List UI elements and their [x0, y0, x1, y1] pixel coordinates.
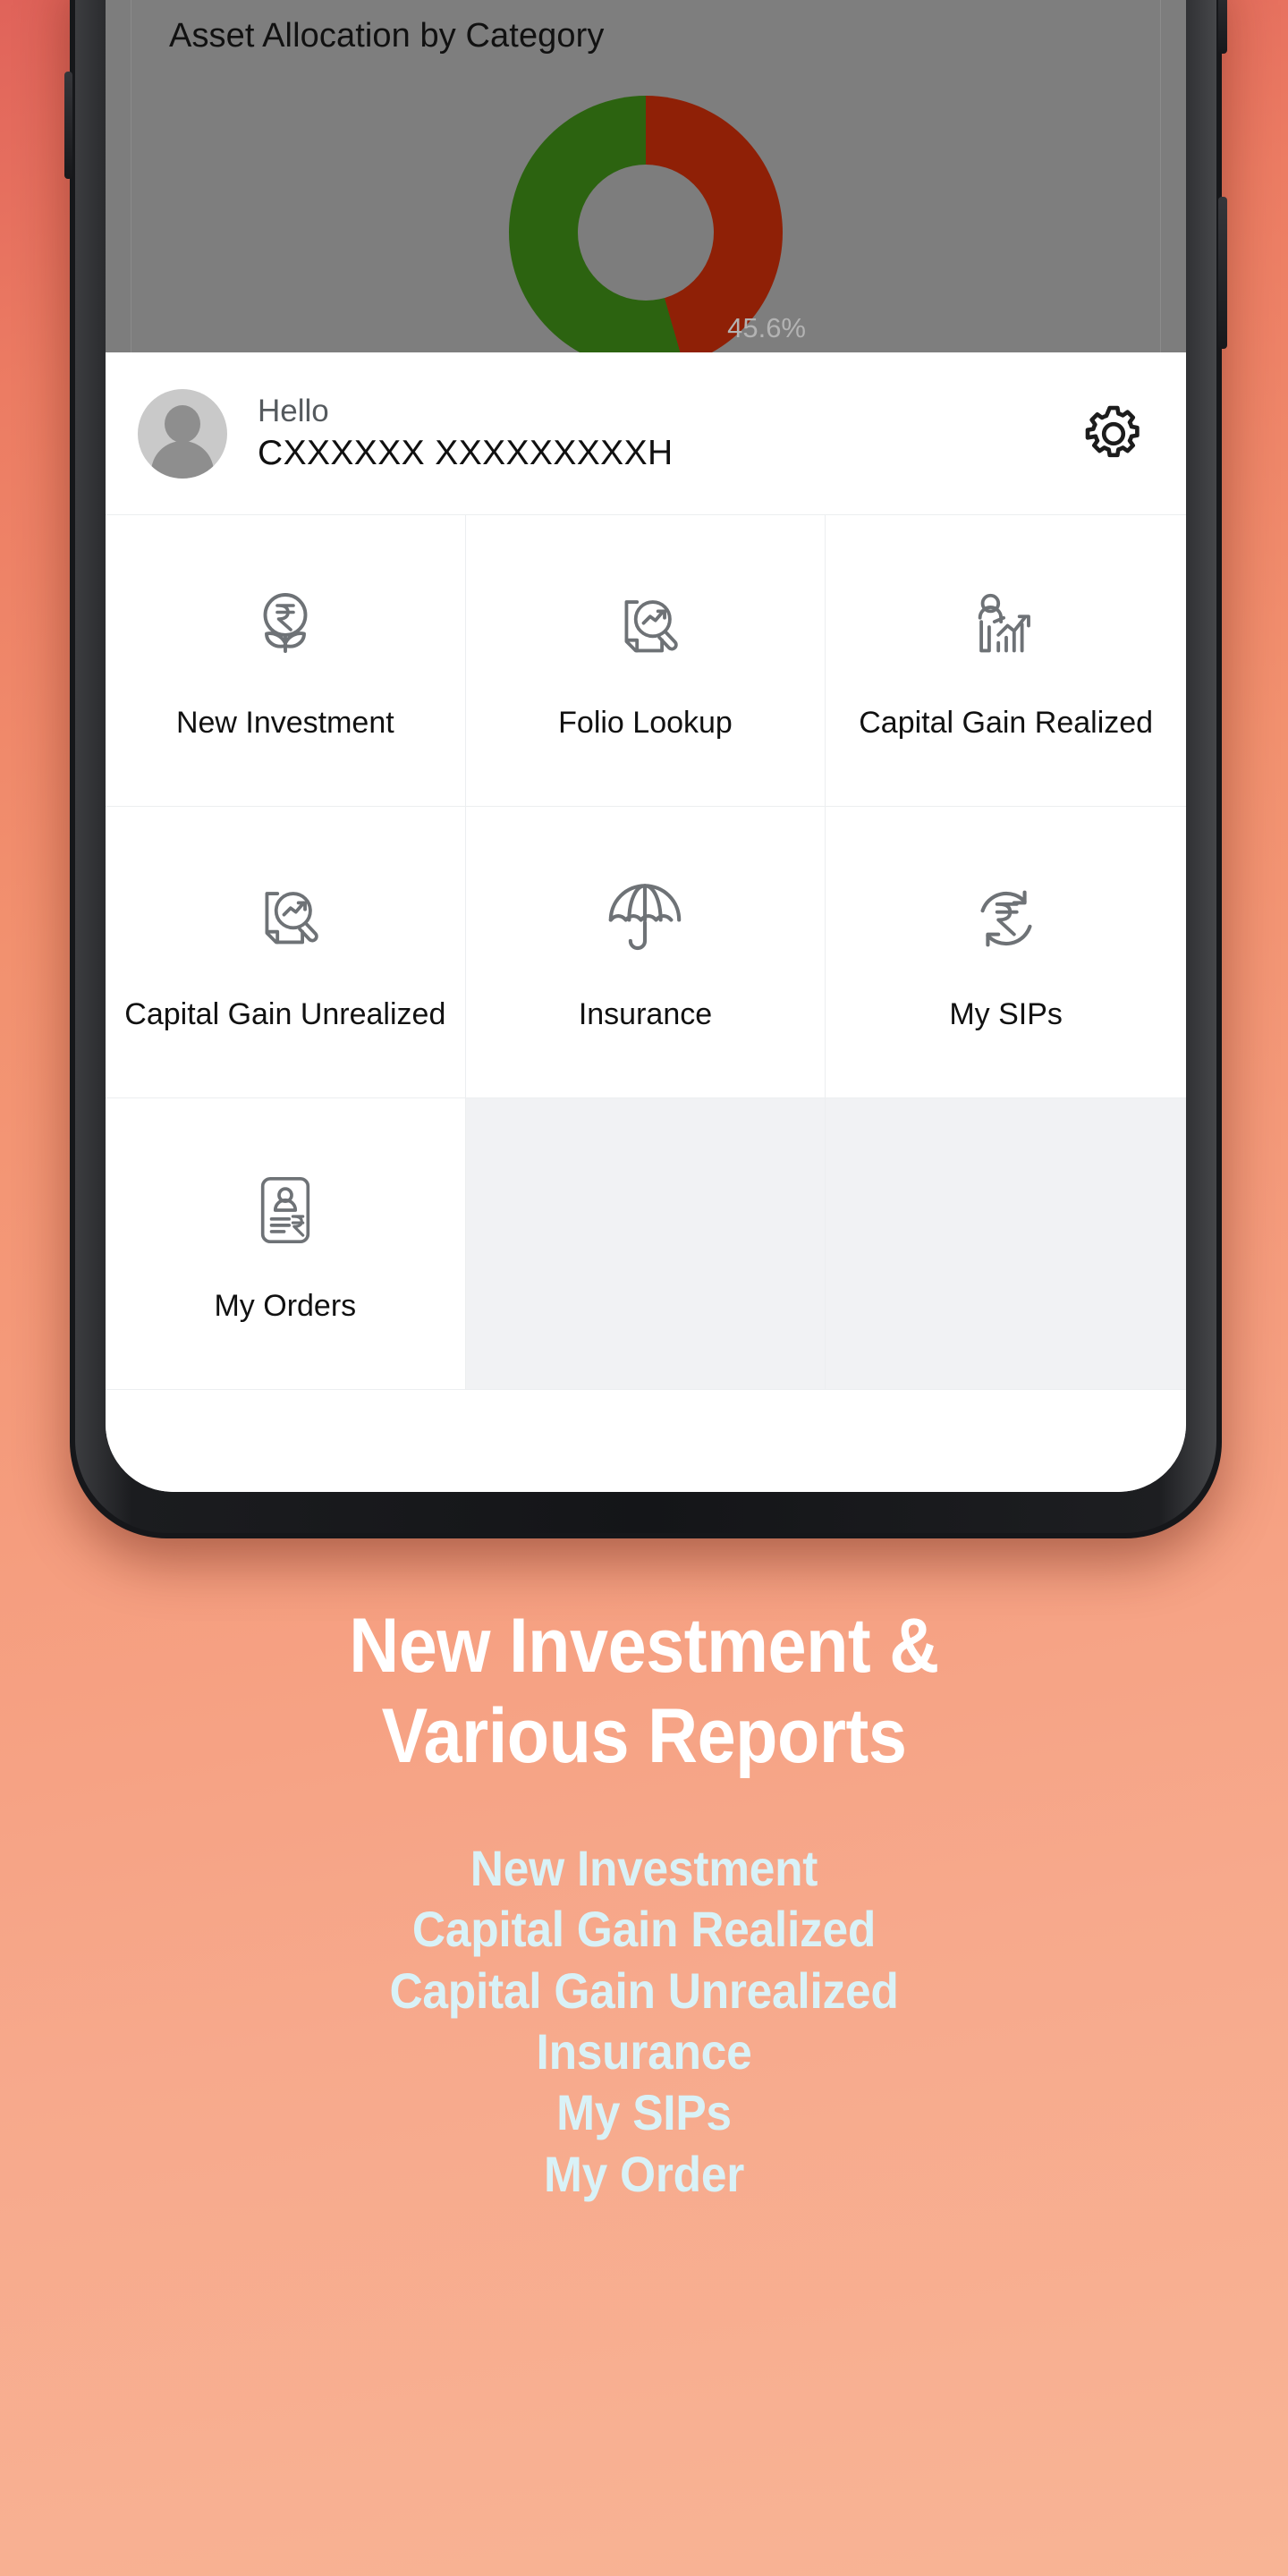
promo-feature-item: My Order	[544, 2145, 744, 2202]
tile-folio-lookup[interactable]: Folio Lookup	[465, 515, 826, 807]
greeting-text: Hello	[258, 393, 329, 428]
promo-section: New Investment & Various Reports New Inv…	[0, 1601, 1288, 2205]
promo-headline-line-1: New Investment &	[349, 1603, 939, 1689]
phone-power-button[interactable]	[1218, 0, 1227, 54]
avatar-head-shape	[165, 404, 200, 443]
app-sheet: Hello CXXXXXX XXXXXXXXXH New Investment …	[106, 352, 1186, 1492]
order-document-rupee-icon	[245, 1162, 326, 1258]
promo-headline-line-2: Various Reports	[381, 1693, 907, 1780]
rupee-flower-icon	[242, 579, 328, 675]
tile-label: New Investment	[175, 705, 394, 740]
app-header: Hello CXXXXXX XXXXXXXXXH	[106, 352, 1186, 515]
document-search-chart-icon	[603, 579, 687, 675]
refresh-rupee-icon	[964, 870, 1048, 967]
tile-label: Insurance	[578, 996, 713, 1031]
umbrella-icon	[603, 870, 687, 967]
tile-my-sips[interactable]: My SIPs	[826, 807, 1186, 1098]
person-bar-chart-icon	[964, 579, 1048, 675]
phone-mockup: Asset Allocation by Category 45.6% Hello…	[64, 0, 1227, 1538]
tile-label: Capital Gain Realized	[859, 705, 1154, 740]
tile-new-investment[interactable]: New Investment	[106, 515, 466, 807]
gear-icon[interactable]	[1080, 401, 1147, 467]
user-name: CXXXXXX XXXXXXXXXH	[258, 434, 674, 473]
chart-title: Asset Allocation by Category	[169, 17, 605, 55]
asset-allocation-card: Asset Allocation by Category 45.6%	[131, 0, 1161, 352]
phone-screen: Asset Allocation by Category 45.6% Hello…	[106, 0, 1186, 1492]
donut-slice-percent-label: 45.6%	[727, 312, 806, 343]
promo-feature-item: Insurance	[536, 2022, 752, 2080]
feature-tile-grid: New Investment Folio Lookup Capital Gain…	[106, 515, 1186, 1390]
tile-insurance[interactable]: Insurance	[465, 807, 826, 1098]
tile-capital-gain-realized[interactable]: Capital Gain Realized	[826, 515, 1186, 807]
tile-capital-gain-unrealized[interactable]: Capital Gain Unrealized	[106, 807, 466, 1098]
tile-label: Capital Gain Unrealized	[124, 996, 446, 1031]
promo-feature-item: Capital Gain Unrealized	[389, 1962, 899, 2019]
tile-empty-slot	[826, 1098, 1186, 1390]
greeting-block: Hello CXXXXXX XXXXXXXXXH	[258, 394, 674, 474]
promo-feature-item: New Investment	[470, 1839, 818, 1896]
donut-chart: 45.6%	[131, 96, 1160, 352]
tile-label: My Orders	[214, 1288, 357, 1323]
avatar-body-shape	[151, 440, 214, 479]
background-chart-region: Asset Allocation by Category 45.6%	[106, 0, 1186, 352]
tile-my-orders[interactable]: My Orders	[106, 1098, 466, 1390]
promo-feature-list: New Investment Capital Gain Realized Cap…	[0, 1838, 1288, 2205]
promo-feature-item: Capital Gain Realized	[411, 1901, 877, 1958]
phone-side-button-left[interactable]	[64, 72, 72, 179]
donut-ring: 45.6%	[509, 96, 806, 352]
tile-empty-slot	[465, 1098, 826, 1390]
phone-volume-button[interactable]	[1218, 197, 1227, 349]
document-search-chart-icon	[243, 870, 327, 967]
promo-feature-item: My SIPs	[556, 2084, 732, 2141]
tile-label: My SIPs	[949, 996, 1063, 1031]
avatar[interactable]	[138, 388, 227, 479]
tile-label: Folio Lookup	[558, 705, 733, 740]
promo-headline: New Investment & Various Reports	[64, 1601, 1224, 1783]
